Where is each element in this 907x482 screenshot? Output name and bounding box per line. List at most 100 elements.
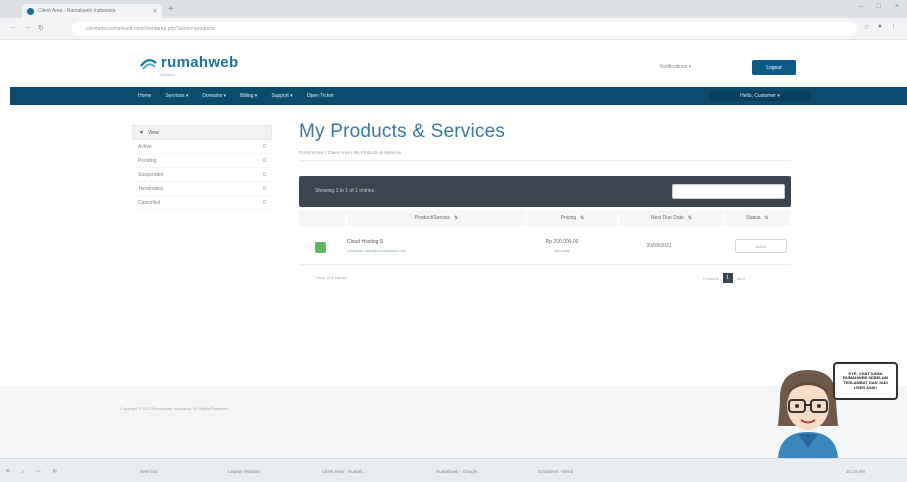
table-search-input[interactable] (672, 184, 785, 199)
sidebar-item-label: Pending (138, 157, 157, 164)
column-label: Product/Service (414, 215, 451, 221)
logo-text: rumahweb (161, 54, 239, 71)
product-domain[interactable]: customer-domain-rumahweb.com (347, 248, 407, 253)
mascot-speech-bubble: EYE, CHAT SAMA RUMAHWEB SEBELUM TERLAMBA… (833, 362, 898, 400)
nav-support[interactable]: Support ▾ (271, 93, 292, 99)
table-header: Product/Service ⇅ Pricing ⇅ Next Due Date ⇅… (299, 210, 791, 226)
sidebar-item-count: 0 (263, 157, 266, 164)
breadcrumb[interactable]: Portal Home / Client Area / My Products … (299, 150, 401, 155)
url-input[interactable]: clientarea.rumahweb.com/clientarea.php?a… (72, 22, 857, 36)
site-footer: Copyright © 2021 Rumahweb Indonesia. All… (0, 386, 907, 458)
taskbar-start: ⊞ ⌕ ▭ ▤ (6, 464, 57, 478)
forward-icon[interactable]: → (24, 24, 31, 32)
pagination: Previous 1 Next (703, 273, 745, 283)
logo[interactable]: rumahweb (140, 54, 238, 71)
showing-entries-text: Showing 1 to 1 of 1 entries (315, 188, 375, 194)
nav-home[interactable]: Home (138, 93, 151, 99)
os-taskbar: ⊞ ⌕ ▭ ▤ New Doc Legacy Website Client Ar… (0, 458, 907, 482)
sidebar-item-active[interactable]: Active 0 (132, 140, 272, 154)
tab-close-icon[interactable]: × (153, 8, 157, 15)
reload-icon[interactable]: ↻ (38, 24, 44, 32)
address-bar: ← → ↻ clientarea.rumahweb.com/clientarea… (0, 18, 907, 40)
sidebar-item-label: Terminated (138, 185, 163, 192)
product-name[interactable]: Cloud Hosting S (347, 239, 383, 245)
folder-icon[interactable]: ▤ (53, 468, 57, 474)
sidebar-item-pending[interactable]: Pending 0 (132, 154, 272, 168)
taskbar-app[interactable]: Document - Word (538, 464, 573, 478)
divider (299, 264, 791, 265)
site-header: rumahweb indonesia Notifications ▾ Logou… (0, 40, 907, 87)
logout-button[interactable]: Logout (752, 60, 796, 75)
pagination-next[interactable]: Next (737, 276, 745, 281)
new-tab-button[interactable]: + (168, 4, 174, 15)
taskbar-app[interactable]: Legacy Website (228, 464, 260, 478)
pagination-previous[interactable]: Previous (703, 276, 719, 281)
browser-tab-bar: Client Area - Rumahweb Indonesia × + – □… (0, 0, 907, 18)
pagination-current[interactable]: 1 (722, 273, 733, 283)
column-label: Pricing (560, 215, 577, 221)
column-status[interactable]: Status ⇅ (725, 210, 791, 226)
user-menu[interactable]: Hello, Customer ▾ (710, 91, 810, 101)
sidebar-item-count: 0 (263, 185, 266, 192)
task-view-icon[interactable]: ▭ (36, 468, 40, 474)
nav-open-ticket[interactable]: Open Ticket (307, 93, 334, 99)
sidebar-item-label: Active (138, 143, 152, 150)
profile-icon[interactable]: ● (878, 23, 882, 31)
sidebar-filter-label: View (147, 129, 159, 136)
taskbar-app[interactable]: Rumahweb - Google... (436, 464, 481, 478)
browser-tab[interactable]: Client Area - Rumahweb Indonesia × (22, 4, 162, 18)
service-icon (315, 242, 326, 253)
sidebar-item-cancelled[interactable]: Cancelled 0 (132, 196, 272, 210)
sidebar-item-label: Cancelled (138, 199, 161, 206)
column-label: Status (746, 215, 761, 221)
browser-tools: ☆ ● ⋮ (863, 23, 897, 31)
nav-buttons: ← → ↻ (10, 24, 44, 32)
taskbar-clock[interactable]: 10:15 AM (846, 464, 865, 478)
table-toolbar: Showing 1 to 1 of 1 entries (299, 176, 791, 207)
taskbar-app[interactable]: Client Area - Rumah... (322, 464, 366, 478)
table-row[interactable]: Cloud Hosting S customer-domain-rumahweb… (299, 233, 791, 259)
sort-icon: ⇅ (687, 215, 692, 221)
tab-title: Client Area - Rumahweb Indonesia (38, 8, 116, 14)
sidebar: ▼ View Active 0 Pending 0 Suspended 0 Termi… (132, 125, 272, 210)
column-pricing[interactable]: Pricing ⇅ (527, 210, 619, 226)
sidebar-item-count: 0 (263, 199, 266, 206)
taskbar-app[interactable]: New Doc (140, 464, 158, 478)
column-spacer (299, 210, 347, 226)
sidebar-item-count: 0 (263, 171, 266, 178)
sidebar-item-terminated[interactable]: Terminated 0 (132, 182, 272, 196)
sort-icon: ⇅ (764, 215, 769, 221)
logo-tagline: indonesia (160, 73, 175, 77)
notifications-dropdown[interactable]: Notifications ▾ (660, 64, 691, 70)
column-product[interactable]: Product/Service ⇅ (347, 210, 527, 226)
column-label: Next Due Date (651, 215, 684, 221)
billing-cycle: Annually (554, 248, 570, 253)
bookmark-star-icon[interactable]: ☆ (863, 23, 869, 31)
main-menu: Home Services ▾ Domains ▾ Billing ▾ Supp… (138, 87, 333, 105)
product-price: Rp 200.000,00 (545, 239, 579, 245)
maximize-button[interactable]: □ (877, 3, 881, 10)
search-icon[interactable]: ⌕ (22, 469, 25, 474)
divider (299, 160, 791, 161)
sidebar-item-label: Suspended (138, 171, 164, 178)
sort-icon: ⇅ (580, 215, 585, 221)
footer-copyright: Copyright © 2021 Rumahweb Indonesia. All… (120, 406, 230, 411)
filter-icon: ▼ (139, 129, 144, 136)
nav-billing[interactable]: Billing ▾ (240, 93, 257, 99)
column-next-due[interactable]: Next Due Date ⇅ (619, 210, 725, 226)
show-entries-select[interactable]: Show 10 ▾ entries (315, 275, 347, 280)
page-title: My Products & Services (299, 121, 506, 142)
favicon-icon (27, 7, 34, 15)
minimize-button[interactable]: – (859, 3, 863, 10)
sort-icon: ⇅ (454, 215, 459, 221)
close-window-button[interactable]: × (895, 3, 899, 10)
sidebar-item-count: 0 (263, 143, 266, 150)
browser-menu-icon[interactable]: ⋮ (890, 23, 897, 31)
windows-start-icon[interactable]: ⊞ (6, 468, 10, 474)
sidebar-filter-header[interactable]: ▼ View (132, 125, 272, 140)
nav-domains[interactable]: Domains ▾ (202, 93, 226, 99)
sidebar-item-suspended[interactable]: Suspended 0 (132, 168, 272, 182)
nav-services[interactable]: Services ▾ (165, 93, 188, 99)
back-icon[interactable]: ← (10, 24, 17, 32)
logo-icon (140, 59, 157, 70)
